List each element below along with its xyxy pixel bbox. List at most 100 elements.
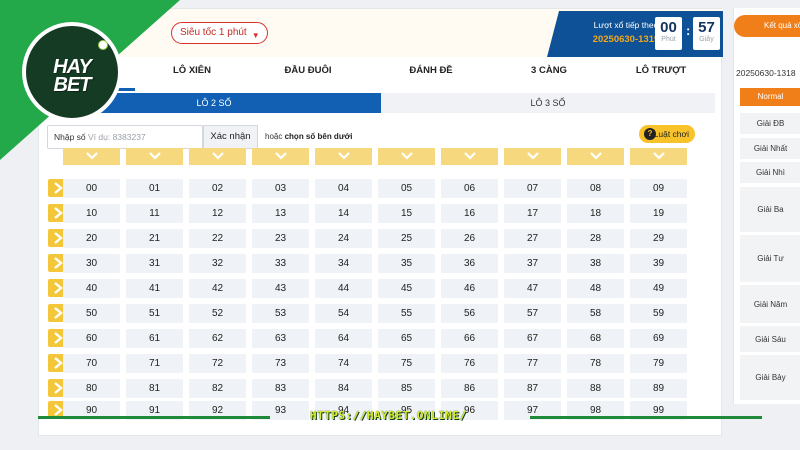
number-cell[interactable]: 78: [567, 354, 624, 373]
number-cell[interactable]: 57: [504, 304, 561, 323]
number-cell[interactable]: 60: [63, 329, 120, 348]
number-cell[interactable]: 62: [189, 329, 246, 348]
number-cell[interactable]: 68: [567, 329, 624, 348]
number-cell[interactable]: 10: [63, 204, 120, 223]
number-cell[interactable]: 01: [126, 179, 183, 198]
number-cell[interactable]: 64: [315, 329, 372, 348]
number-cell[interactable]: 12: [189, 204, 246, 223]
number-cell[interactable]: 19: [630, 204, 687, 223]
number-cell[interactable]: 85: [378, 379, 435, 398]
number-cell[interactable]: 45: [378, 279, 435, 298]
number-cell[interactable]: 29: [630, 229, 687, 248]
number-cell[interactable]: 81: [126, 379, 183, 398]
number-cell[interactable]: 82: [189, 379, 246, 398]
number-cell[interactable]: 87: [504, 379, 561, 398]
number-cell[interactable]: 43: [252, 279, 309, 298]
confirm-button[interactable]: Xác nhận: [203, 125, 258, 149]
number-cell[interactable]: 67: [504, 329, 561, 348]
number-cell[interactable]: 73: [252, 354, 309, 373]
column-select-button[interactable]: [315, 148, 372, 165]
number-cell[interactable]: 22: [189, 229, 246, 248]
column-select-button[interactable]: [441, 148, 498, 165]
number-cell[interactable]: 14: [315, 204, 372, 223]
number-cell[interactable]: 77: [504, 354, 561, 373]
number-cell[interactable]: 42: [189, 279, 246, 298]
number-cell[interactable]: 35: [378, 254, 435, 273]
number-cell[interactable]: 00: [63, 179, 120, 198]
number-cell[interactable]: 63: [252, 329, 309, 348]
number-cell[interactable]: 46: [441, 279, 498, 298]
number-cell[interactable]: 26: [441, 229, 498, 248]
number-cell[interactable]: 17: [504, 204, 561, 223]
number-cell[interactable]: 55: [378, 304, 435, 323]
number-cell[interactable]: 16: [441, 204, 498, 223]
number-cell[interactable]: 18: [567, 204, 624, 223]
number-cell[interactable]: 69: [630, 329, 687, 348]
number-cell[interactable]: 15: [378, 204, 435, 223]
column-select-button[interactable]: [504, 148, 561, 165]
number-cell[interactable]: 54: [315, 304, 372, 323]
number-cell[interactable]: 09: [630, 179, 687, 198]
number-cell[interactable]: 72: [189, 354, 246, 373]
number-cell[interactable]: 88: [567, 379, 624, 398]
tab-lo-truot[interactable]: LÔ TRƯỢT: [606, 58, 716, 92]
tab-danh-de[interactable]: ĐÁNH ĐỀ: [376, 58, 486, 92]
number-cell[interactable]: 03: [252, 179, 309, 198]
number-cell[interactable]: 06: [441, 179, 498, 198]
number-cell[interactable]: 47: [504, 279, 561, 298]
number-cell[interactable]: 48: [567, 279, 624, 298]
column-select-button[interactable]: [378, 148, 435, 165]
number-cell[interactable]: 34: [315, 254, 372, 273]
number-cell[interactable]: 08: [567, 179, 624, 198]
column-select-button[interactable]: [252, 148, 309, 165]
number-cell[interactable]: 83: [252, 379, 309, 398]
number-cell[interactable]: 61: [126, 329, 183, 348]
number-cell[interactable]: 24: [315, 229, 372, 248]
tab-dau-duoi[interactable]: ĐẦU ĐUÔI: [253, 58, 363, 92]
number-cell[interactable]: 50: [63, 304, 120, 323]
number-cell[interactable]: 65: [378, 329, 435, 348]
number-cell[interactable]: 76: [441, 354, 498, 373]
number-cell[interactable]: 66: [441, 329, 498, 348]
number-cell[interactable]: 56: [441, 304, 498, 323]
number-cell[interactable]: 80: [63, 379, 120, 398]
results-button[interactable]: Kết quả xổ: [734, 15, 800, 37]
number-cell[interactable]: 52: [189, 304, 246, 323]
number-cell[interactable]: 40: [63, 279, 120, 298]
number-cell[interactable]: 02: [189, 179, 246, 198]
number-cell[interactable]: 51: [126, 304, 183, 323]
number-cell[interactable]: 32: [189, 254, 246, 273]
number-cell[interactable]: 27: [504, 229, 561, 248]
number-cell[interactable]: 41: [126, 279, 183, 298]
number-cell[interactable]: 28: [567, 229, 624, 248]
number-cell[interactable]: 31: [126, 254, 183, 273]
number-cell[interactable]: 11: [126, 204, 183, 223]
number-cell[interactable]: 53: [252, 304, 309, 323]
number-cell[interactable]: 39: [630, 254, 687, 273]
number-cell[interactable]: 86: [441, 379, 498, 398]
number-cell[interactable]: 71: [126, 354, 183, 373]
number-cell[interactable]: 05: [378, 179, 435, 198]
number-cell[interactable]: 07: [504, 179, 561, 198]
number-cell[interactable]: 20: [63, 229, 120, 248]
number-cell[interactable]: 38: [567, 254, 624, 273]
number-cell[interactable]: 70: [63, 354, 120, 373]
mode-normal-button[interactable]: Normal: [740, 88, 800, 106]
number-cell[interactable]: 23: [252, 229, 309, 248]
results-round-select[interactable]: 20250630-1318: [734, 64, 800, 82]
number-cell[interactable]: 13: [252, 204, 309, 223]
rules-button[interactable]: ? Luật chơi: [639, 125, 695, 143]
number-cell[interactable]: 36: [441, 254, 498, 273]
subtab-lo-3-so[interactable]: LÔ 3 SỐ: [381, 93, 715, 113]
number-cell[interactable]: 79: [630, 354, 687, 373]
number-cell[interactable]: 30: [63, 254, 120, 273]
number-cell[interactable]: 37: [504, 254, 561, 273]
column-select-button[interactable]: [567, 148, 624, 165]
speed-select[interactable]: Siêu tốc 1 phút ▼: [171, 22, 268, 44]
number-cell[interactable]: 89: [630, 379, 687, 398]
number-cell[interactable]: 44: [315, 279, 372, 298]
column-select-button[interactable]: [630, 148, 687, 165]
number-cell[interactable]: 04: [315, 179, 372, 198]
number-cell[interactable]: 25: [378, 229, 435, 248]
column-select-button[interactable]: [189, 148, 246, 165]
